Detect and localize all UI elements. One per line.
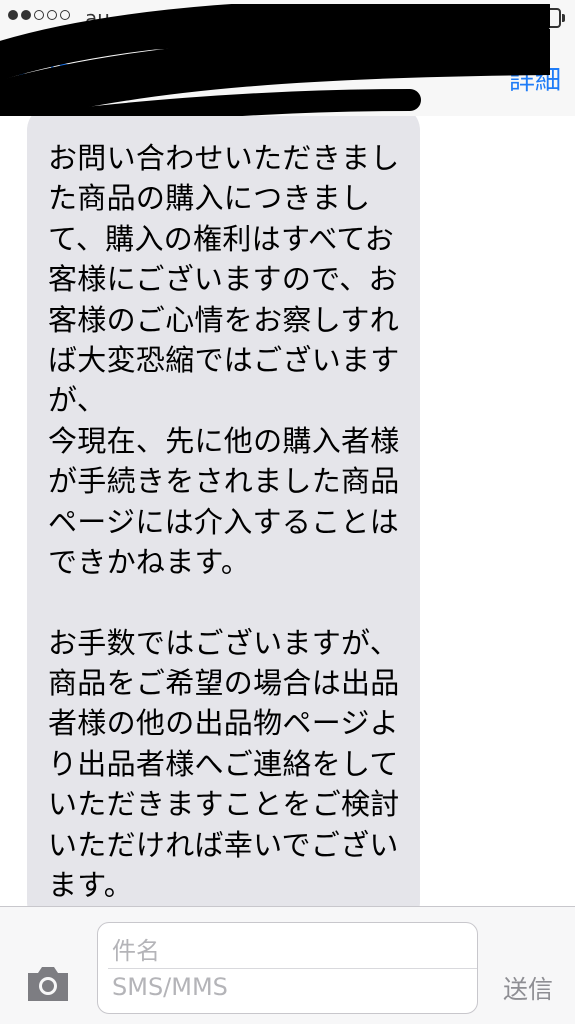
message-line: り出品者様へご連絡をして bbox=[48, 746, 399, 781]
conversation-view[interactable]: お問い合わせいただきまし た商品の購入につきまし て、購入の権利はすべてお 客様にござ… bbox=[0, 116, 575, 906]
carrier-name: au bbox=[85, 6, 110, 30]
message-line: いただければ幸いでござい bbox=[48, 827, 399, 862]
message-line: て、購入の権利はすべてお bbox=[48, 221, 395, 256]
camera-icon bbox=[28, 967, 68, 1001]
message-line: た商品の購入につきまし bbox=[48, 181, 371, 216]
status-bar: au bbox=[0, 0, 575, 40]
message-line: できかねます。 bbox=[48, 544, 251, 579]
send-button[interactable]: 送信 bbox=[503, 970, 553, 1006]
back-button[interactable]: (30 bbox=[18, 60, 91, 90]
message-line: お手数ではございますが、 bbox=[48, 625, 400, 660]
message-line: いただきますことをご検討 bbox=[48, 787, 400, 822]
message-line: お問い合わせいただきまし bbox=[48, 141, 400, 175]
compose-bar: 件名 SMS/MMS 送信 bbox=[0, 906, 575, 1024]
input-divider bbox=[108, 968, 477, 969]
back-button-label: (30 bbox=[47, 60, 91, 90]
message-line: 商品をご希望の場合は出品 bbox=[48, 666, 400, 701]
signal-strength-icon bbox=[8, 10, 70, 20]
message-line: ます。 bbox=[48, 868, 134, 903]
message-line: 客様にございますので、お bbox=[48, 262, 398, 297]
camera-button[interactable] bbox=[24, 959, 72, 1007]
chevron-left-icon bbox=[18, 62, 43, 88]
navigation-bar: (30 詳細 bbox=[0, 40, 575, 116]
details-button[interactable]: 詳細 bbox=[509, 60, 561, 97]
message-line: 客様のご心情をお察しすれ bbox=[48, 302, 400, 337]
message-line: 今現在、先に他の購入者様 bbox=[48, 423, 400, 458]
compose-input-box[interactable]: 件名 SMS/MMS bbox=[97, 922, 478, 1014]
message-line: 者様の他の出品物ページよ bbox=[48, 706, 400, 741]
subject-field[interactable]: 件名 bbox=[112, 931, 160, 966]
battery-icon bbox=[517, 8, 565, 28]
message-text: お問い合わせいただきまし た商品の購入につきまし て、購入の権利はすべてお 客様にござ… bbox=[48, 138, 400, 906]
message-field[interactable]: SMS/MMS bbox=[112, 973, 228, 1001]
message-line: が、 bbox=[48, 383, 107, 418]
message-line: が手続きをされました商品 bbox=[48, 464, 400, 499]
message-line: ば大変恐縮ではございます bbox=[48, 342, 400, 377]
message-line bbox=[48, 582, 393, 622]
message-line: ページには介入することは bbox=[48, 504, 400, 539]
